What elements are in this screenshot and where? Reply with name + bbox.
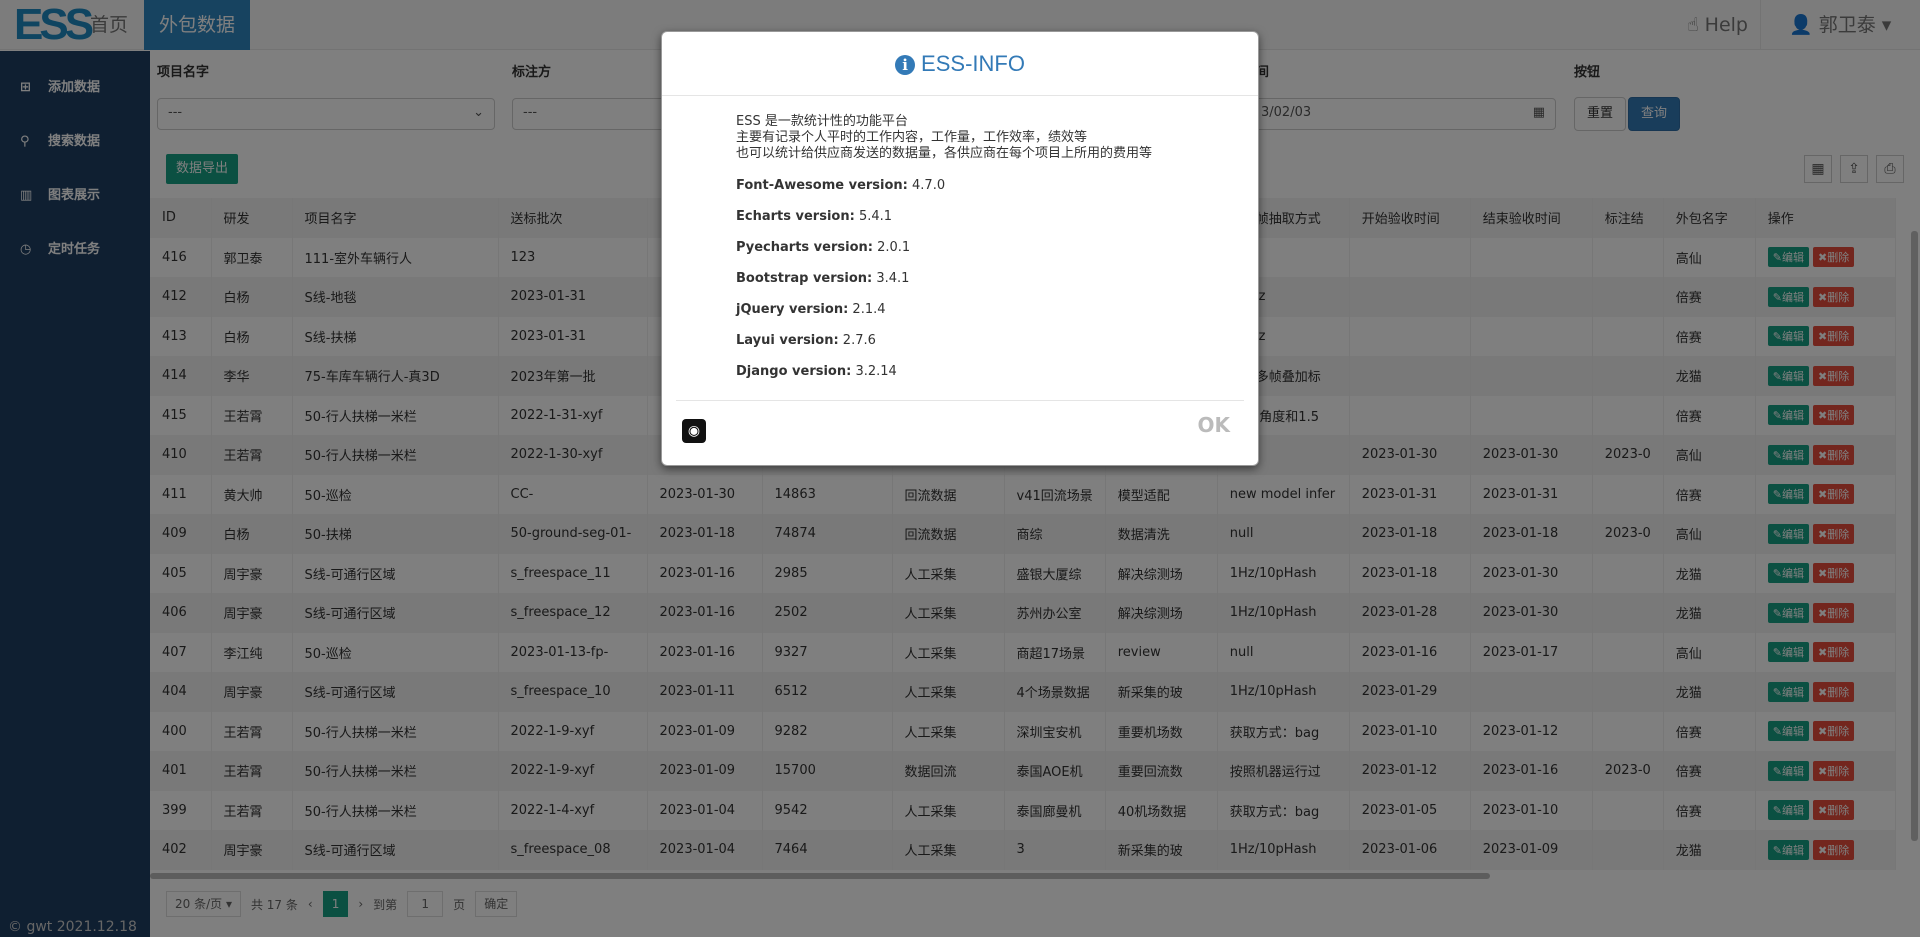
version-line: Layui version: 2.7.6: [736, 333, 1184, 348]
version-line: jQuery version: 2.1.4: [736, 302, 1184, 317]
version-value: 2.7.6: [842, 333, 876, 348]
version-line: Pyecharts version: 2.0.1: [736, 240, 1184, 255]
description-line: ESS 是一款统计性的功能平台: [736, 114, 908, 129]
info-modal: i ESS-INFO ESS 是一款统计性的功能平台 主要有记录个人平时的工作内容…: [661, 31, 1259, 466]
version-value: 2.0.1: [877, 240, 911, 255]
version-name: jQuery version:: [736, 302, 849, 317]
description-line: 也可以统计给供应商发送的数据量，各供应商在每个项目上所用的费用等: [736, 146, 1153, 161]
version-value: 3.4.1: [876, 271, 910, 286]
description-line: 主要有记录个人平时的工作内容，工作量，工作效率，绩效等: [736, 130, 1088, 145]
modal-description: ESS 是一款统计性的功能平台 主要有记录个人平时的工作内容，工作量，工作效率，…: [736, 114, 1184, 162]
version-name: Layui version:: [736, 333, 839, 348]
info-circle-icon: i: [895, 55, 916, 75]
version-line: Font-Awesome version: 4.7.0: [736, 178, 1184, 193]
modal-title: ESS-INFO: [921, 51, 1025, 76]
version-value: 2.1.4: [852, 302, 886, 317]
version-value: 4.7.0: [912, 178, 946, 193]
version-name: Django version:: [736, 364, 852, 379]
version-line: Django version: 3.2.14: [736, 364, 1184, 379]
version-name: Echarts version:: [736, 209, 855, 224]
modal-footer: ◉ OK: [676, 400, 1244, 466]
modal-header: i ESS-INFO: [662, 32, 1258, 96]
github-icon[interactable]: ◉: [682, 419, 706, 443]
version-line: Echarts version: 5.4.1: [736, 209, 1184, 224]
version-name: Font-Awesome version:: [736, 178, 908, 193]
version-name: Pyecharts version:: [736, 240, 873, 255]
ok-button[interactable]: OK: [1198, 413, 1231, 437]
version-line: Bootstrap version: 3.4.1: [736, 271, 1184, 286]
modal-body: ESS 是一款统计性的功能平台 主要有记录个人平时的工作内容，工作量，工作效率，…: [662, 96, 1258, 379]
version-name: Bootstrap version:: [736, 271, 873, 286]
version-value: 3.2.14: [855, 364, 897, 379]
version-value: 5.4.1: [858, 209, 893, 224]
